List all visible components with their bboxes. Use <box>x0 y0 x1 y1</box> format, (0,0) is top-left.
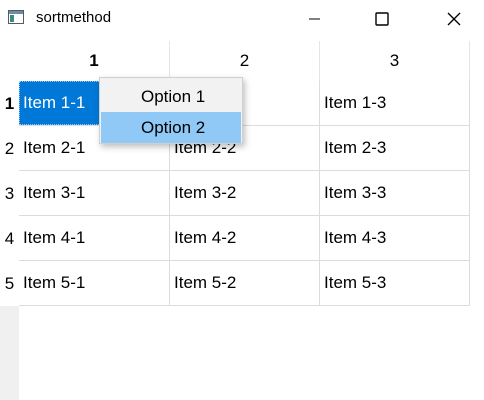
table-corner-button[interactable] <box>0 41 19 81</box>
window-app-icon <box>8 10 24 24</box>
maximize-button[interactable] <box>359 0 405 38</box>
table-cell-5-3[interactable]: Item 5-3 <box>320 261 470 306</box>
table-cell-3-2[interactable]: Item 3-2 <box>170 171 320 216</box>
minimize-icon <box>309 13 321 25</box>
table-cell-1-3[interactable]: Item 1-3 <box>320 81 470 126</box>
minimize-button[interactable] <box>292 0 338 38</box>
table-cell-5-2[interactable]: Item 5-2 <box>170 261 320 306</box>
table-cell-4-3[interactable]: Item 4-3 <box>320 216 470 261</box>
window-title: sortmethod <box>36 9 112 26</box>
row-header-3[interactable]: 3 <box>0 171 19 216</box>
dropdown-option-1[interactable]: Option 1 <box>101 81 241 112</box>
title-bar[interactable]: sortmethod <box>0 0 484 38</box>
row-header-2[interactable]: 2 <box>0 126 19 171</box>
table-cell-5-1[interactable]: Item 5-1 <box>19 261 170 306</box>
row-header-1[interactable]: 1 <box>0 81 19 126</box>
table-cell-2-3[interactable]: Item 2-3 <box>320 126 470 171</box>
main-window: sortmethod 1 2 3 1 2 3 4 5 Item 1-1 Item… <box>0 0 484 400</box>
row-header-5[interactable]: 5 <box>0 261 19 306</box>
table-cell-3-1[interactable]: Item 3-1 <box>19 171 170 216</box>
table-cell-4-1[interactable]: Item 4-1 <box>19 216 170 261</box>
table-cell-3-3[interactable]: Item 3-3 <box>320 171 470 216</box>
column-header-3[interactable]: 3 <box>320 41 470 81</box>
row-header-4[interactable]: 4 <box>0 216 19 261</box>
maximize-icon <box>375 12 389 26</box>
column-header-2[interactable]: 2 <box>170 41 320 81</box>
close-icon <box>447 12 461 26</box>
close-button[interactable] <box>431 0 477 38</box>
combo-dropdown-popup[interactable]: Option 1 Option 2 <box>99 77 243 144</box>
column-header-1[interactable]: 1 <box>19 41 170 81</box>
dropdown-option-2[interactable]: Option 2 <box>101 112 241 143</box>
table-cell-4-2[interactable]: Item 4-2 <box>170 216 320 261</box>
